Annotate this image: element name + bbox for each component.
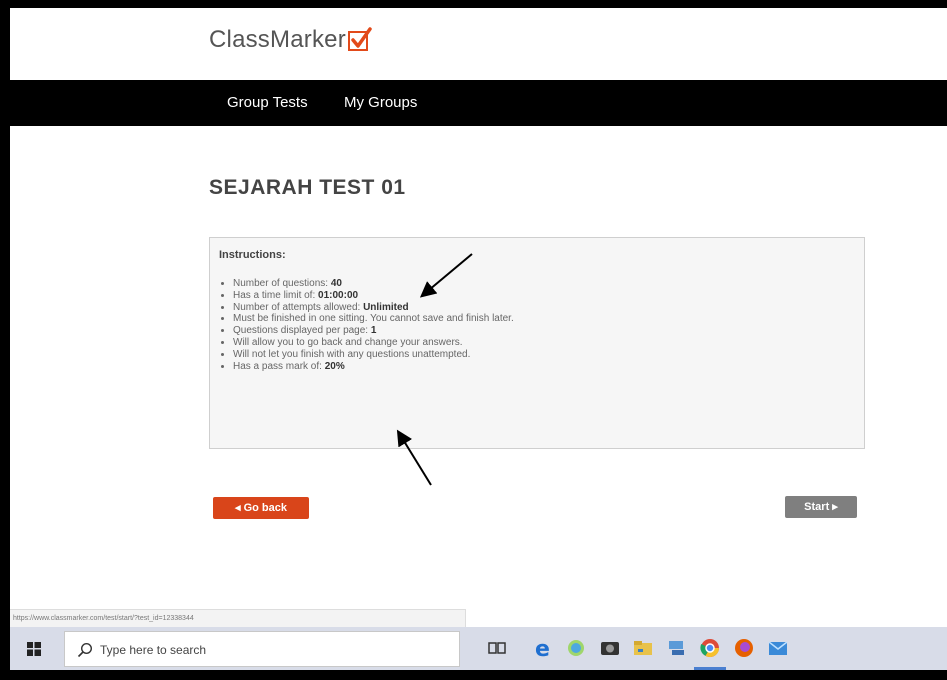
- camera-icon[interactable]: [599, 637, 621, 659]
- windows-taskbar: Type here to search e: [10, 627, 947, 670]
- firefox-icon[interactable]: [733, 637, 755, 659]
- svg-text:e: e: [535, 637, 550, 659]
- edge-icon[interactable]: e: [533, 637, 555, 659]
- instructions-panel: Instructions: Number of questions: 40 Ha…: [209, 237, 865, 449]
- status-bar-url: https://www.classmarker.com/test/start/?…: [10, 609, 466, 627]
- site-header: ClassMarker: [10, 8, 947, 80]
- instructions-list: Number of questions: 40 Has a time limit…: [219, 278, 514, 372]
- instruction-item: Number of questions: 40: [233, 278, 514, 290]
- chrome-icon[interactable]: [699, 637, 721, 659]
- classmarker-logo[interactable]: ClassMarker: [209, 26, 372, 54]
- instructions-heading: Instructions:: [219, 249, 286, 261]
- file-explorer-icon[interactable]: [632, 637, 654, 659]
- windows-start-icon[interactable]: [27, 642, 41, 656]
- instruction-item: Will not let you finish with any questio…: [233, 349, 514, 361]
- taskbar-search-box[interactable]: Type here to search: [64, 631, 460, 667]
- instruction-item: Must be finished in one sitting. You can…: [233, 313, 514, 325]
- nav-my-groups[interactable]: My Groups: [344, 94, 417, 111]
- browser-viewport: ClassMarker Group Tests My Groups SEJARA…: [10, 8, 947, 670]
- page-title: SEJARAH TEST 01: [209, 176, 406, 199]
- start-button[interactable]: Start ▸: [785, 496, 857, 518]
- go-back-button[interactable]: ◂ Go back: [213, 497, 309, 519]
- instruction-item: Will allow you to go back and change you…: [233, 337, 514, 349]
- task-view-icon[interactable]: [486, 637, 508, 659]
- active-app-indicator: [694, 667, 726, 670]
- checkmark-icon: [347, 27, 372, 51]
- instruction-item: Questions displayed per page: 1: [233, 325, 514, 337]
- cortana-icon[interactable]: [565, 637, 587, 659]
- logo-text: ClassMarker: [209, 26, 346, 53]
- instruction-item: Number of attempts allowed: Unlimited: [233, 302, 514, 314]
- search-icon: [77, 642, 93, 658]
- network-icon[interactable]: [666, 637, 688, 659]
- instruction-item: Has a pass mark of: 20%: [233, 361, 514, 373]
- nav-group-tests[interactable]: Group Tests: [227, 94, 308, 111]
- main-nav: Group Tests My Groups: [10, 80, 947, 126]
- instruction-item: Has a time limit of: 01:00:00: [233, 290, 514, 302]
- search-placeholder: Type here to search: [100, 643, 207, 657]
- mail-icon[interactable]: [767, 637, 789, 659]
